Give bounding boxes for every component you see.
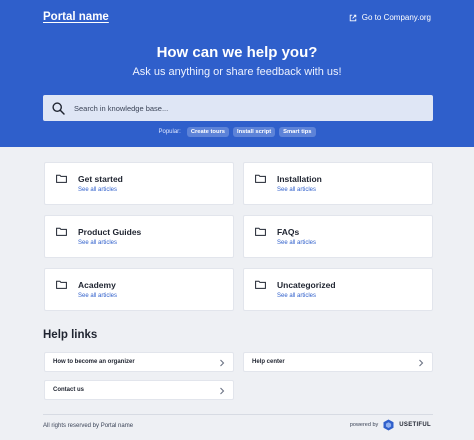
- help-link-become-organizer[interactable]: How to become an organizer: [44, 352, 234, 372]
- see-all-articles-link[interactable]: See all articles: [277, 240, 316, 246]
- category-card-installation[interactable]: Installation See all articles: [243, 162, 433, 205]
- category-card-get-started[interactable]: Get started See all articles: [44, 162, 234, 205]
- category-title: Product Guides: [78, 227, 142, 237]
- powered-by-usetiful[interactable]: powered by USETIFUL: [350, 419, 431, 431]
- footer-copyright: All rights reserved by Portal name: [43, 423, 134, 429]
- see-all-articles-link[interactable]: See all articles: [277, 293, 316, 299]
- go-to-company-link[interactable]: Go to Company.org: [349, 13, 431, 22]
- search-box[interactable]: [43, 95, 433, 121]
- hero-title: How can we help you?: [156, 44, 318, 61]
- popular-tag-install-script[interactable]: Install script: [233, 127, 276, 137]
- help-link-label: How to become an organizer: [53, 359, 135, 365]
- chevron-right-icon: [419, 359, 424, 367]
- powered-by-label: powered by: [349, 422, 379, 428]
- help-link-contact-us[interactable]: Contact us: [44, 380, 234, 400]
- category-card-product-guides[interactable]: Product Guides See all articles: [44, 215, 234, 258]
- help-links-heading: Help links: [43, 329, 98, 341]
- chevron-right-icon: [220, 387, 225, 395]
- hero-subtitle: Ask us anything or share feedback with u…: [132, 66, 342, 78]
- folder-icon: [255, 280, 266, 289]
- folder-icon: [255, 227, 266, 236]
- usetiful-logo-icon: [383, 419, 394, 431]
- help-link-label: Help center: [252, 359, 285, 365]
- category-title: Academy: [78, 280, 116, 290]
- category-card-academy[interactable]: Academy See all articles: [44, 268, 234, 311]
- search-input[interactable]: [74, 103, 414, 113]
- footer-divider: [43, 414, 433, 415]
- folder-icon: [255, 174, 266, 183]
- popular-label: Popular:: [158, 129, 181, 135]
- category-title: FAQs: [277, 227, 300, 237]
- popular-tag-smart-tips[interactable]: Smart tips: [279, 127, 316, 137]
- help-link-label: Contact us: [53, 387, 85, 393]
- search-icon: [52, 101, 65, 115]
- category-card-uncategorized[interactable]: Uncategorized See all articles: [243, 268, 433, 311]
- chevron-right-icon: [220, 359, 225, 367]
- external-link-icon: [349, 14, 357, 21]
- category-title: Get started: [78, 174, 123, 184]
- folder-icon: [56, 174, 67, 183]
- popular-tag-create-tours[interactable]: Create tours: [186, 127, 229, 137]
- category-card-faqs[interactable]: FAQs See all articles: [243, 215, 433, 258]
- folder-icon: [56, 227, 67, 236]
- portal-name-link[interactable]: Portal name: [43, 11, 109, 23]
- hero-banner: Portal name Go to Company.org How can we…: [0, 0, 474, 147]
- popular-tags: Popular: Create tours Install script Sma…: [0, 127, 474, 137]
- see-all-articles-link[interactable]: See all articles: [78, 293, 117, 299]
- category-title: Uncategorized: [277, 280, 336, 290]
- help-link-help-center[interactable]: Help center: [243, 352, 433, 372]
- category-title: Installation: [277, 174, 322, 184]
- see-all-articles-link[interactable]: See all articles: [78, 240, 117, 246]
- folder-icon: [56, 280, 67, 289]
- see-all-articles-link[interactable]: See all articles: [277, 187, 316, 193]
- usetiful-brand: USETIFUL: [399, 422, 431, 428]
- go-to-company-label: Go to Company.org: [361, 13, 431, 22]
- see-all-articles-link[interactable]: See all articles: [78, 187, 117, 193]
